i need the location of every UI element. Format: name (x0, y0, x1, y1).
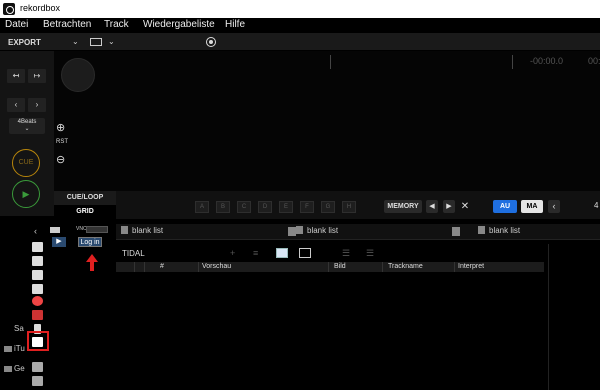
tab-cue-loop[interactable]: CUE/LOOP (54, 191, 116, 205)
artwork-placeholder (61, 58, 95, 92)
layout-icon[interactable] (90, 38, 102, 46)
itunes-icon[interactable] (32, 296, 43, 306)
grid-shift-left-icon[interactable]: ‹ (548, 200, 560, 213)
hot-cue-pad-b[interactable]: B (216, 201, 230, 213)
column-vorschau[interactable]: Vorschau (202, 263, 231, 270)
hot-cue-pad-c[interactable]: C (237, 201, 251, 213)
waveform-marker (512, 55, 513, 69)
beats-dropdown-icon: ⌄ (24, 126, 30, 132)
loop-double-icon[interactable]: › (28, 98, 46, 112)
menu-track[interactable]: Track (104, 19, 129, 30)
menu-wiedergabeliste[interactable]: Wiedergabeliste (143, 19, 215, 30)
play-button[interactable]: ▶ (12, 180, 40, 208)
document-icon (296, 226, 303, 234)
tree-item-ge[interactable]: Ge (14, 364, 25, 373)
tab-blank-list-3[interactable]: blank list (478, 226, 520, 238)
cue-loop-bar: CUE/LOOP GRID A B C D E F G H MEMORY ◀ ▶… (54, 191, 600, 219)
beat-jump-back-icon[interactable]: ↤ (7, 69, 25, 83)
zoom-out-icon[interactable]: ⊖ (56, 153, 65, 166)
top-toolbar: EXPORT ⌄ ⌄ (0, 33, 600, 51)
beat-jump-forward-icon[interactable]: ↦ (28, 69, 46, 83)
compact-view-icon[interactable] (299, 248, 311, 258)
playlist-tabs: blank list blank list blank list (116, 224, 600, 240)
hot-cue-pad-e[interactable]: E (279, 201, 293, 213)
hot-cue-pad-h[interactable]: H (342, 201, 356, 213)
folder-icon (4, 346, 12, 352)
list-view-icon[interactable]: ≡ (253, 248, 258, 258)
deck-control-panel: ↤ ↦ ‹ › 4Beats ⌄ CUE ▶ (0, 51, 54, 216)
bookmark-icon[interactable] (32, 242, 43, 252)
source-icon-strip (27, 238, 49, 390)
highlight-arrow-stem (90, 261, 94, 271)
tab-link-icon[interactable] (288, 227, 296, 236)
folder-tab-icon (50, 227, 60, 233)
column-interpret[interactable]: Interpret (458, 263, 484, 270)
vnc-label: VNC (76, 226, 87, 232)
memory-delete-icon[interactable]: ✕ (459, 200, 471, 213)
tab-grid[interactable]: GRID (54, 205, 116, 219)
menu-bar: Datei Betrachten Track Wiedergabeliste H… (0, 18, 600, 33)
music-icon[interactable] (32, 310, 43, 320)
detail-view-icon[interactable] (276, 248, 288, 258)
service-label: TIDAL (122, 249, 145, 258)
rekordbox-logo-icon (3, 3, 15, 15)
column-trackname[interactable]: Trackname (388, 263, 423, 270)
time-elapsed: 00:00.0 (588, 56, 600, 66)
column-number[interactable]: # (160, 263, 164, 270)
auto-grid-button[interactable]: AU (493, 200, 517, 213)
beats-selector[interactable]: 4Beats ⌄ (9, 118, 45, 134)
collapse-arrow-icon[interactable]: ‹ (34, 226, 37, 236)
tab-blank-list-1[interactable]: blank list (121, 226, 163, 238)
hot-cue-pad-g[interactable]: G (321, 201, 335, 213)
menu-hilfe[interactable]: Hilfe (225, 19, 245, 30)
tree-item-itunes[interactable]: iTu (14, 344, 25, 353)
title-bar: rekordbox (0, 0, 600, 18)
hot-cue-pad-f[interactable]: F (300, 201, 314, 213)
hot-cue-pad-a[interactable]: A (195, 201, 209, 213)
column-bild[interactable]: Bild (334, 263, 346, 270)
add-icon[interactable]: + (230, 248, 235, 258)
memory-button[interactable]: MEMORY (384, 200, 422, 213)
tab-blank-list-2[interactable]: blank list (296, 226, 338, 238)
tidal-play-icon[interactable]: ▶ (52, 237, 66, 247)
menu-datei[interactable]: Datei (5, 19, 28, 30)
mode-label[interactable]: EXPORT (8, 38, 41, 47)
cue-button[interactable]: CUE (12, 149, 40, 177)
tree-item-sa[interactable]: Sa (14, 324, 24, 333)
login-button[interactable]: Log in (78, 237, 102, 247)
zoom-reset-label[interactable]: RST (56, 139, 68, 145)
loop-halve-icon[interactable]: ‹ (7, 98, 25, 112)
window-title: rekordbox (20, 3, 61, 13)
zoom-in-icon[interactable]: ⊕ (56, 121, 65, 134)
mode-dropdown-icon[interactable]: ⌄ (72, 37, 79, 46)
browser-tree: ‹ VNC ▶ Log in (34, 224, 116, 390)
manual-grid-button[interactable]: MA (521, 200, 543, 213)
memory-next-icon[interactable]: ▶ (443, 200, 455, 213)
time-remaining: -00:00.0 (530, 56, 564, 66)
document-icon (121, 226, 128, 234)
lock-icon[interactable] (32, 376, 43, 386)
memory-prev-icon[interactable]: ◀ (426, 200, 438, 213)
hot-cue-pad-d[interactable]: D (258, 201, 272, 213)
tree-icon[interactable] (32, 270, 43, 280)
track-table-header: # Vorschau Bild Trackname Interpret (116, 262, 544, 272)
folder-icon (4, 366, 12, 372)
beats-label: 4Beats (17, 119, 37, 125)
collection-icon[interactable] (32, 256, 43, 266)
waveform-marker (330, 55, 331, 69)
document-icon (478, 226, 485, 234)
column-view-icon[interactable]: ☰ (342, 248, 350, 259)
tab-link-icon[interactable] (452, 227, 460, 236)
layout-dropdown-icon[interactable]: ⌄ (108, 37, 115, 46)
sampler-icon[interactable] (32, 284, 43, 294)
artwork-view-icon[interactable]: ☰ (366, 248, 374, 259)
deck-waveform-area: ⊕ RST ⊖ -00:00.0 00:00.0 (54, 51, 600, 191)
explorer-icon[interactable] (32, 362, 43, 372)
tidal-icon[interactable] (32, 337, 43, 347)
preview-panel (548, 244, 600, 390)
menu-betrachten[interactable]: Betrachten (43, 19, 91, 30)
beat-value: 4 (594, 201, 599, 210)
vnc-field[interactable] (86, 226, 108, 233)
record-icon[interactable] (206, 37, 216, 47)
